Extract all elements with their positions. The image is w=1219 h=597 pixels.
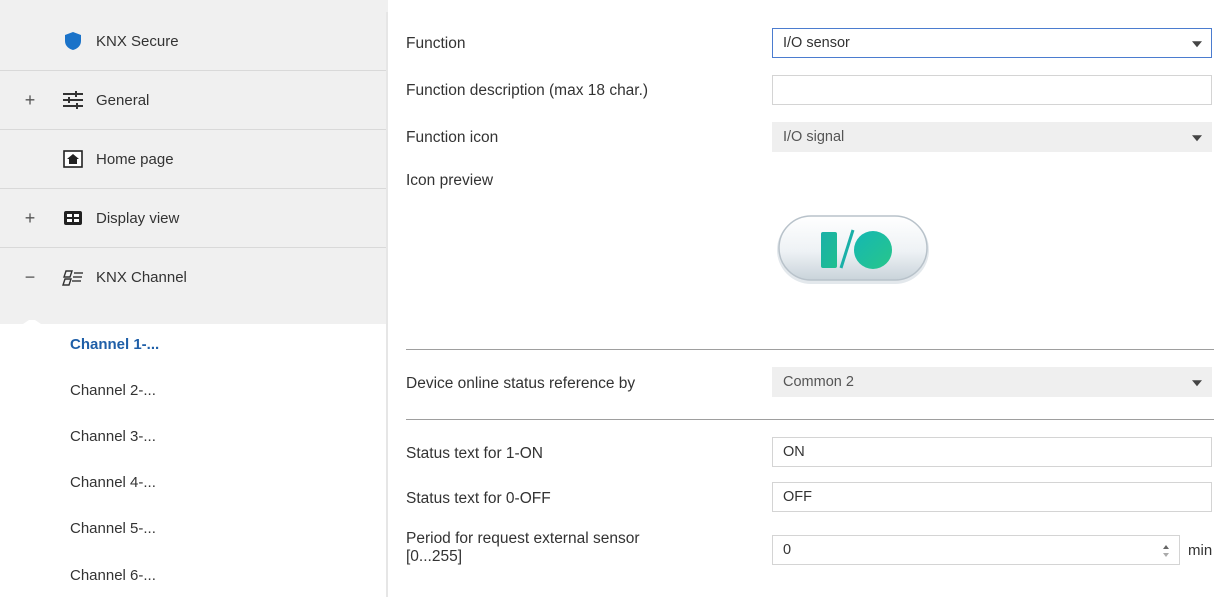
sidebar-item-general[interactable]: + General <box>0 71 388 130</box>
shield-icon <box>61 30 85 52</box>
section-divider <box>406 349 1214 350</box>
sidebar-item-label: Channel 6-... <box>70 566 156 584</box>
sidebar-item-channel-5[interactable]: Channel 5-... <box>0 508 388 548</box>
sidebar-item-channel-6[interactable]: Channel 6-... <box>0 555 388 595</box>
status-off-value: OFF <box>783 489 812 505</box>
function-icon-select[interactable]: I/O signal <box>772 122 1212 152</box>
collapse-icon[interactable]: − <box>22 267 38 288</box>
function-select-value: I/O sensor <box>783 35 850 51</box>
function-icon-select-value: I/O signal <box>783 129 845 145</box>
period-label-line1: Period for request external sensor <box>406 530 640 547</box>
expand-icon[interactable]: + <box>22 90 38 111</box>
period-unit-label: min <box>1188 542 1213 559</box>
io-signal-preview-icon <box>777 215 929 284</box>
status-off-label: Status text for 0-OFF <box>406 490 551 507</box>
sidebar-item-channel-3[interactable]: Channel 3-... <box>0 416 388 456</box>
period-label: Period for request external sensor [0...… <box>406 530 639 566</box>
sidebar-item-label: KNX Channel <box>96 269 187 286</box>
sidebar-item-label: KNX Secure <box>96 32 179 50</box>
function-select[interactable]: I/O sensor <box>772 28 1212 58</box>
function-icon-label: Function icon <box>406 129 499 146</box>
sidebar-item-channel-2[interactable]: Channel 2-... <box>0 370 388 410</box>
sidebar-item-label: Channel 2-... <box>70 381 156 399</box>
sidebar-item-label: General <box>96 91 150 109</box>
function-description-input[interactable] <box>772 75 1212 105</box>
chevron-down-icon[interactable] <box>1192 41 1202 48</box>
sidebar-item-label: Home page <box>96 150 174 168</box>
function-description-label: Function description (max 18 char.) <box>406 82 649 99</box>
sidebar-item-channel-1[interactable]: Channel 1-... <box>0 324 388 364</box>
online-status-select[interactable]: Common 2 <box>772 367 1212 397</box>
status-on-value: ON <box>783 444 805 460</box>
online-status-select-value: Common 2 <box>783 374 854 390</box>
section-divider <box>406 419 1214 420</box>
sidebar-item-label: Channel 5-... <box>70 519 156 537</box>
parameter-panel: Function I/O sensor Function description… <box>390 0 1219 597</box>
online-status-label: Device online status reference by <box>406 375 636 392</box>
sidebar: KNX Secure + General Home page + Display… <box>0 0 388 597</box>
function-label: Function <box>406 35 466 52</box>
expand-icon[interactable]: + <box>22 208 38 229</box>
display-grid-icon <box>61 207 85 229</box>
status-off-input[interactable]: OFF <box>772 482 1212 512</box>
sidebar-item-channel-4[interactable]: Channel 4-... <box>0 462 388 502</box>
sidebar-item-knx-channel[interactable]: − KNX Channel <box>0 248 388 307</box>
status-on-label: Status text for 1-ON <box>406 445 543 462</box>
period-spin-input[interactable]: 0 <box>772 535 1180 565</box>
channel-icon <box>61 267 85 289</box>
sidebar-item-label: Display view <box>96 209 180 227</box>
period-label-line2: [0...255] <box>406 548 463 565</box>
sidebar-item-knx-secure[interactable]: KNX Secure <box>0 12 388 71</box>
sidebar-item-display-view[interactable]: + Display view <box>0 189 388 248</box>
period-value: 0 <box>783 542 792 558</box>
status-on-input[interactable]: ON <box>772 437 1212 467</box>
sidebar-item-home-page[interactable]: Home page <box>0 130 388 189</box>
home-icon <box>61 148 85 170</box>
chevron-down-icon[interactable] <box>1192 380 1202 387</box>
panel-divider <box>386 12 388 597</box>
sidebar-item-label: Channel 1-... <box>70 335 160 353</box>
sidebar-item-label: Channel 4-... <box>70 473 156 491</box>
spinner-arrows-icon[interactable] <box>1161 542 1171 560</box>
icon-preview-label: Icon preview <box>406 172 494 189</box>
sidebar-item-label: Channel 3-... <box>70 427 156 445</box>
sliders-icon <box>61 89 85 111</box>
chevron-down-icon[interactable] <box>1192 135 1202 142</box>
